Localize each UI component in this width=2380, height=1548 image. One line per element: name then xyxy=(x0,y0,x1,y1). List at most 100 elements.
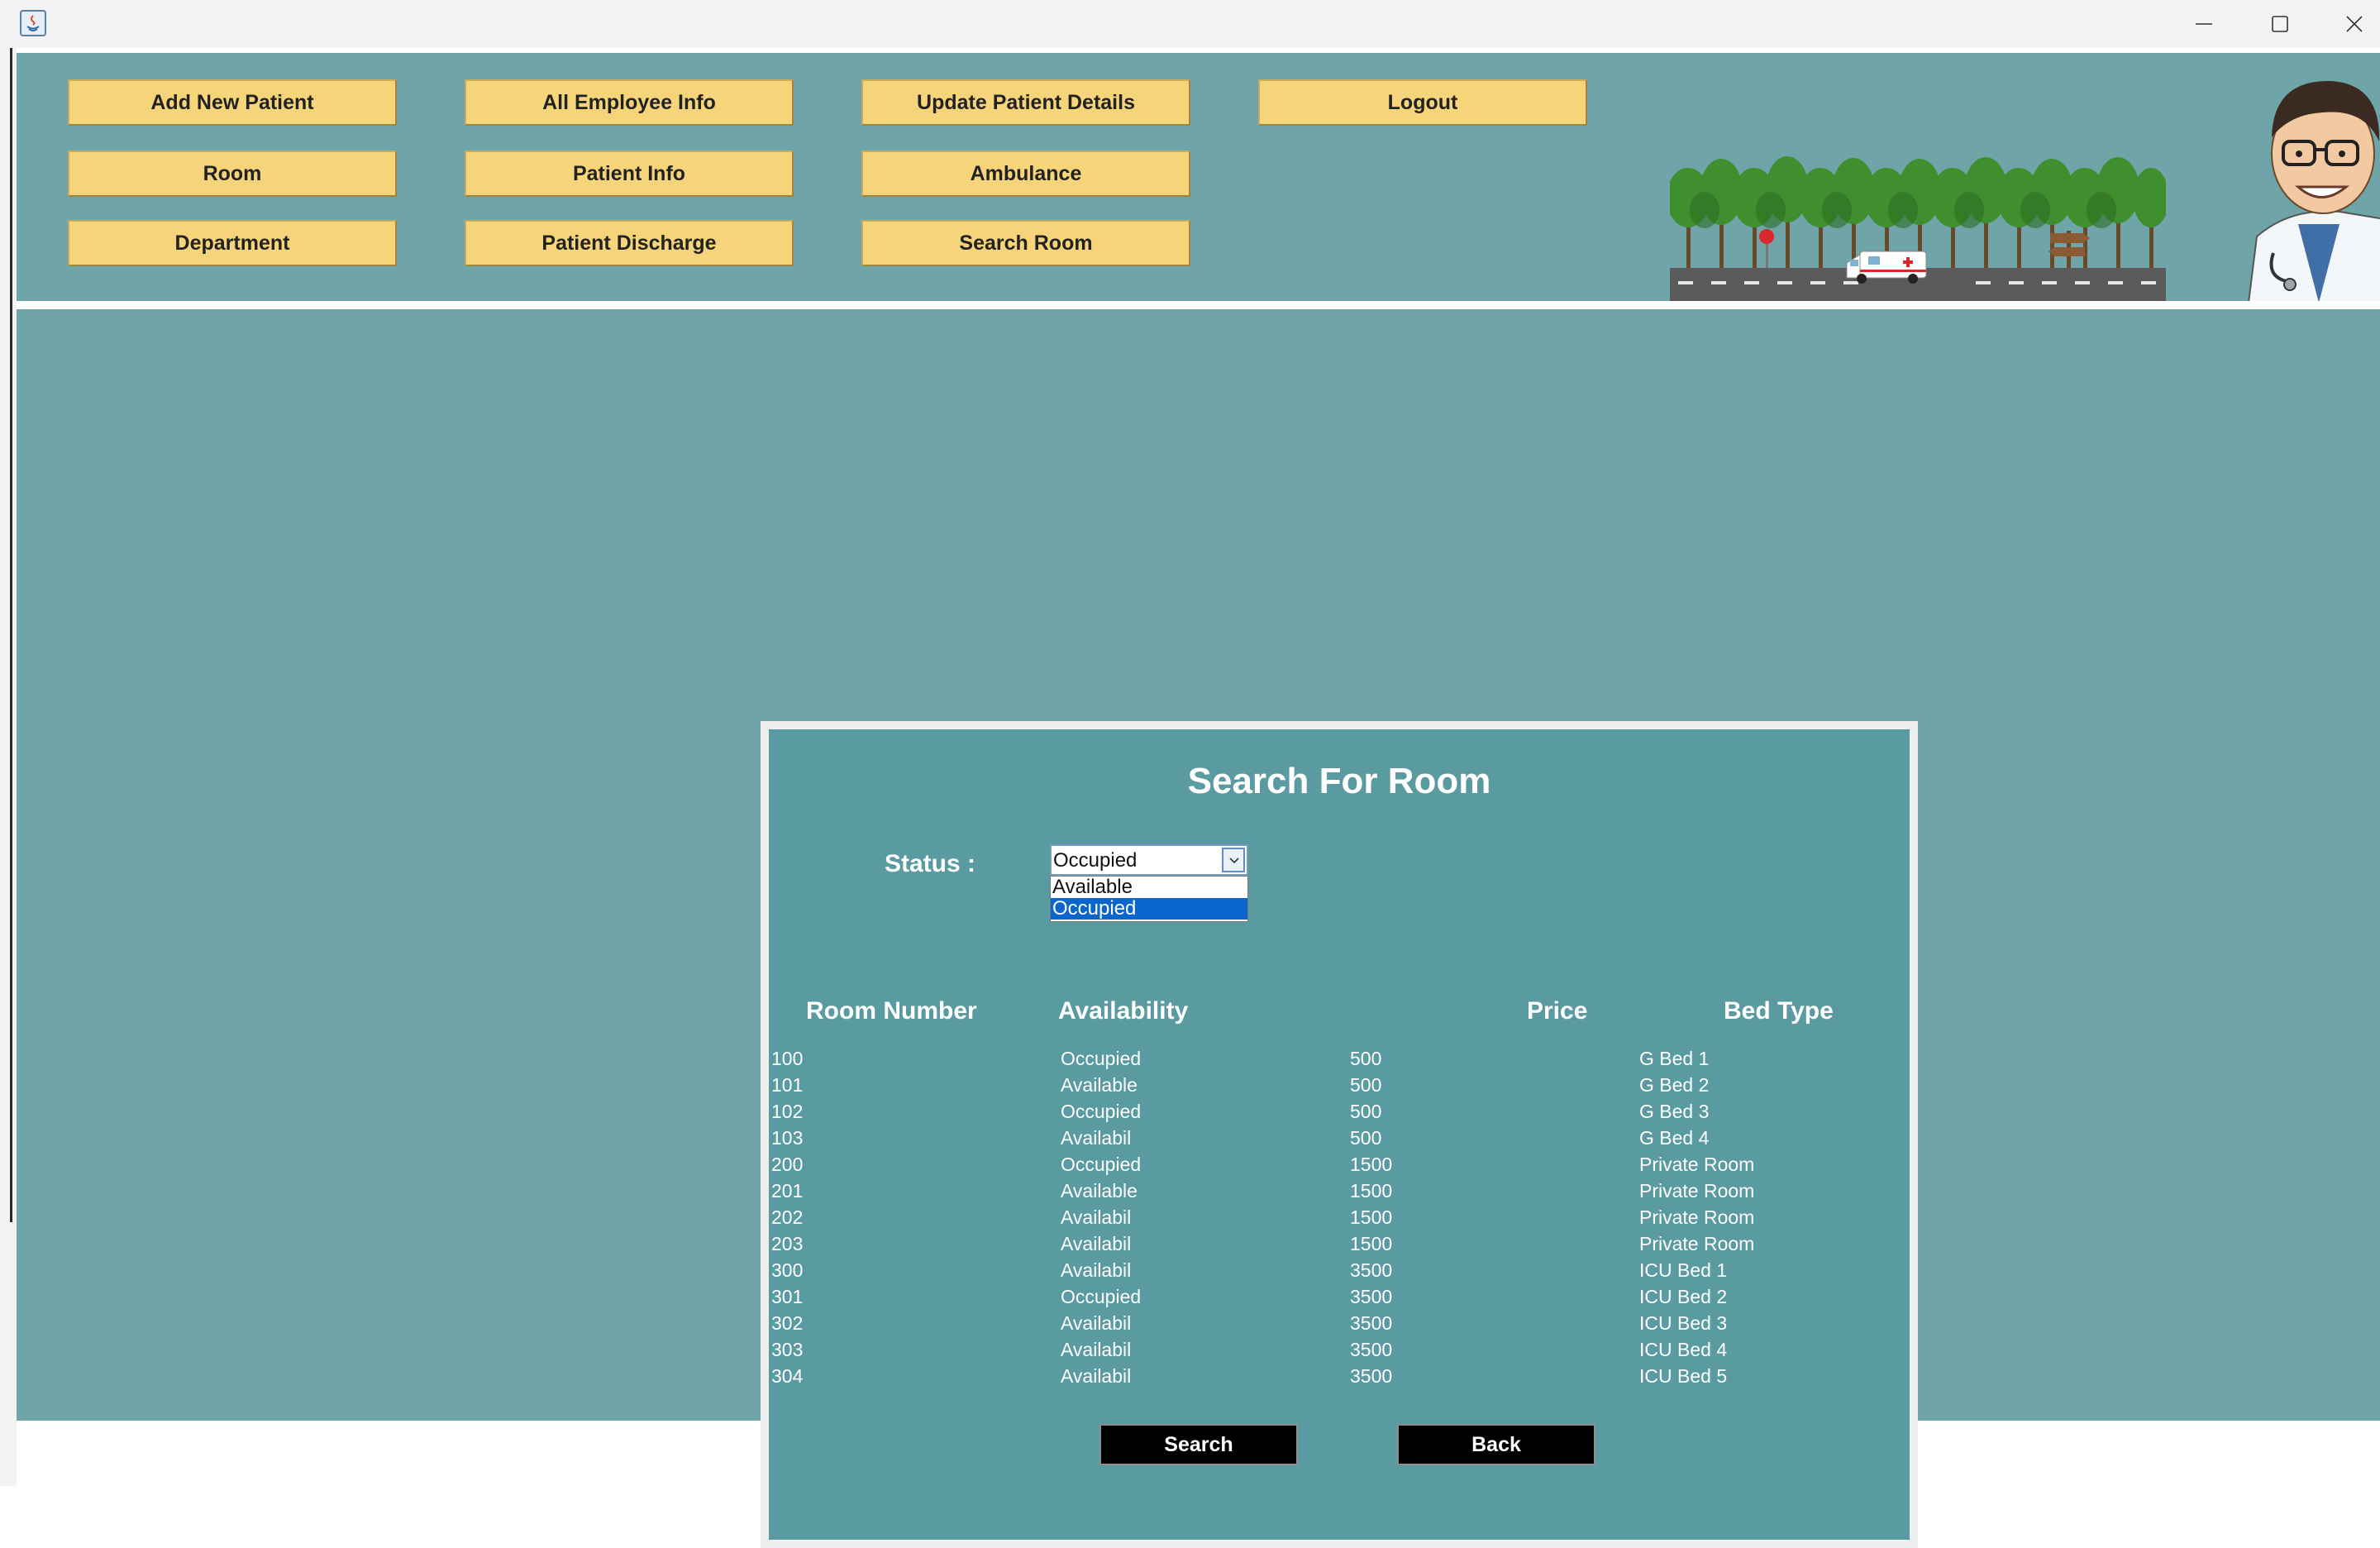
back-button[interactable]: Back xyxy=(1397,1424,1595,1465)
table-row[interactable]: 303 Availabil 3500 ICU Bed 4 xyxy=(769,1336,1910,1363)
room-number-cell: 101 xyxy=(771,1074,804,1096)
table-row[interactable]: 302 Availabil 3500 ICU Bed 3 xyxy=(769,1310,1910,1336)
table-row[interactable]: 200 Occupied 1500 Private Room xyxy=(769,1151,1910,1178)
column-header-price: Price xyxy=(1527,997,1588,1025)
window-border xyxy=(10,48,12,1222)
patient-info-button[interactable]: Patient Info xyxy=(465,150,794,197)
close-icon xyxy=(2346,16,2363,32)
status-options-list: Available Occupied xyxy=(1050,876,1248,922)
chevron-down-icon xyxy=(1229,858,1239,864)
ambulance-button[interactable]: Ambulance xyxy=(861,150,1190,197)
room-number-cell: 200 xyxy=(771,1154,804,1175)
table-row[interactable]: 202 Availabil 1500 Private Room xyxy=(769,1204,1910,1230)
availability-cell: Available xyxy=(1061,1074,1138,1096)
price-cell: 500 xyxy=(1350,1048,1382,1069)
minimize-button[interactable] xyxy=(2166,0,2242,48)
bed-type-cell: G Bed 4 xyxy=(1639,1127,1710,1149)
room-number-cell: 203 xyxy=(771,1233,804,1254)
price-cell: 1500 xyxy=(1350,1180,1393,1202)
bed-type-cell: Private Room xyxy=(1639,1180,1755,1202)
availability-cell: Availabil xyxy=(1061,1339,1132,1360)
column-header-bed-type: Bed Type xyxy=(1724,997,1834,1025)
availability-cell: Availabil xyxy=(1061,1365,1132,1387)
department-button[interactable]: Department xyxy=(68,220,397,266)
page-title: Search For Room xyxy=(1187,761,1491,801)
header-divider xyxy=(17,301,2380,309)
table-row[interactable]: 201 Available 1500 Private Room xyxy=(769,1178,1910,1204)
availability-cell: Availabil xyxy=(1061,1312,1132,1334)
room-number-cell: 302 xyxy=(771,1312,804,1334)
column-header-availability: Availability xyxy=(1058,997,1189,1025)
ambulance-road-illustration xyxy=(1670,156,2166,301)
table-row[interactable]: 102 Occupied 500 G Bed 3 xyxy=(769,1098,1910,1125)
close-button[interactable] xyxy=(2316,0,2380,48)
table-row[interactable]: 103 Availabil 500 G Bed 4 xyxy=(769,1125,1910,1151)
availability-cell: Occupied xyxy=(1061,1154,1142,1175)
java-icon xyxy=(20,10,46,36)
maximize-button[interactable] xyxy=(2242,0,2318,48)
bed-type-cell: ICU Bed 3 xyxy=(1639,1312,1728,1334)
price-cell: 3500 xyxy=(1350,1365,1393,1387)
price-cell: 500 xyxy=(1350,1127,1382,1149)
bed-type-cell: Private Room xyxy=(1639,1233,1755,1254)
search-room-button[interactable]: Search Room xyxy=(861,220,1190,266)
doctor-illustration xyxy=(2248,80,2380,301)
bed-type-cell: G Bed 1 xyxy=(1639,1048,1710,1069)
availability-cell: Availabil xyxy=(1061,1233,1132,1254)
dropdown-toggle[interactable] xyxy=(1222,848,1245,872)
room-number-cell: 100 xyxy=(771,1048,804,1069)
main-panel: Search For Room Status : Occupied Availa… xyxy=(17,309,2380,1548)
column-header-room-number: Room Number xyxy=(806,997,977,1025)
availability-cell: Availabil xyxy=(1061,1127,1132,1149)
bed-type-cell: ICU Bed 1 xyxy=(1639,1259,1728,1281)
search-room-panel: Search For Room Status : Occupied Availa… xyxy=(761,721,1918,1548)
room-number-cell: 103 xyxy=(771,1127,804,1149)
price-cell: 3500 xyxy=(1350,1312,1393,1334)
room-number-cell: 201 xyxy=(771,1180,804,1202)
search-button[interactable]: Search xyxy=(1099,1424,1298,1465)
status-label: Status : xyxy=(885,850,976,877)
availability-cell: Availabil xyxy=(1061,1206,1132,1228)
table-row[interactable]: 300 Availabil 3500 ICU Bed 1 xyxy=(769,1257,1910,1283)
room-number-cell: 303 xyxy=(771,1339,804,1360)
availability-cell: Available xyxy=(1061,1180,1138,1202)
availability-cell: Availabil xyxy=(1061,1259,1132,1281)
price-cell: 3500 xyxy=(1350,1286,1393,1307)
update-patient-details-button[interactable]: Update Patient Details xyxy=(861,79,1190,126)
price-cell: 500 xyxy=(1350,1074,1382,1096)
title-bar xyxy=(0,0,2380,48)
price-cell: 1500 xyxy=(1350,1206,1393,1228)
option-occupied[interactable]: Occupied xyxy=(1051,898,1247,920)
availability-cell: Occupied xyxy=(1061,1048,1142,1069)
bed-type-cell: ICU Bed 5 xyxy=(1639,1365,1728,1387)
price-cell: 500 xyxy=(1350,1101,1382,1122)
room-number-cell: 300 xyxy=(771,1259,804,1281)
all-employee-info-button[interactable]: All Employee Info xyxy=(465,79,794,126)
patient-discharge-button[interactable]: Patient Discharge xyxy=(465,220,794,266)
bed-type-cell: ICU Bed 4 xyxy=(1639,1339,1728,1360)
bed-type-cell: ICU Bed 2 xyxy=(1639,1286,1728,1307)
table-row[interactable]: 304 Availabil 3500 ICU Bed 5 xyxy=(769,1363,1910,1389)
window-left-edge xyxy=(0,48,17,1486)
price-cell: 3500 xyxy=(1350,1339,1393,1360)
table-row[interactable]: 100 Occupied 500 G Bed 1 xyxy=(769,1045,1910,1072)
table-row[interactable]: 203 Availabil 1500 Private Room xyxy=(769,1230,1910,1257)
logout-button[interactable]: Logout xyxy=(1258,79,1587,126)
bed-type-cell: Private Room xyxy=(1639,1206,1755,1228)
table-row[interactable]: 101 Available 500 G Bed 2 xyxy=(769,1072,1910,1098)
option-available[interactable]: Available xyxy=(1051,877,1247,898)
room-button[interactable]: Room xyxy=(68,150,397,197)
bed-type-cell: G Bed 3 xyxy=(1639,1101,1710,1122)
minimize-icon xyxy=(2196,23,2212,25)
availability-cell: Occupied xyxy=(1061,1101,1142,1122)
maximize-icon xyxy=(2272,16,2288,32)
price-cell: 1500 xyxy=(1350,1233,1393,1254)
room-number-cell: 304 xyxy=(771,1365,804,1387)
price-cell: 1500 xyxy=(1350,1154,1393,1175)
room-number-cell: 301 xyxy=(771,1286,804,1307)
table-row[interactable]: 301 Occupied 3500 ICU Bed 2 xyxy=(769,1283,1910,1310)
price-cell: 3500 xyxy=(1350,1259,1393,1281)
status-dropdown[interactable]: Occupied xyxy=(1050,844,1248,876)
add-new-patient-button[interactable]: Add New Patient xyxy=(68,79,397,126)
rooms-table: 100 Occupied 500 G Bed 1 101 Available 500 G Be… xyxy=(769,1045,1910,1389)
